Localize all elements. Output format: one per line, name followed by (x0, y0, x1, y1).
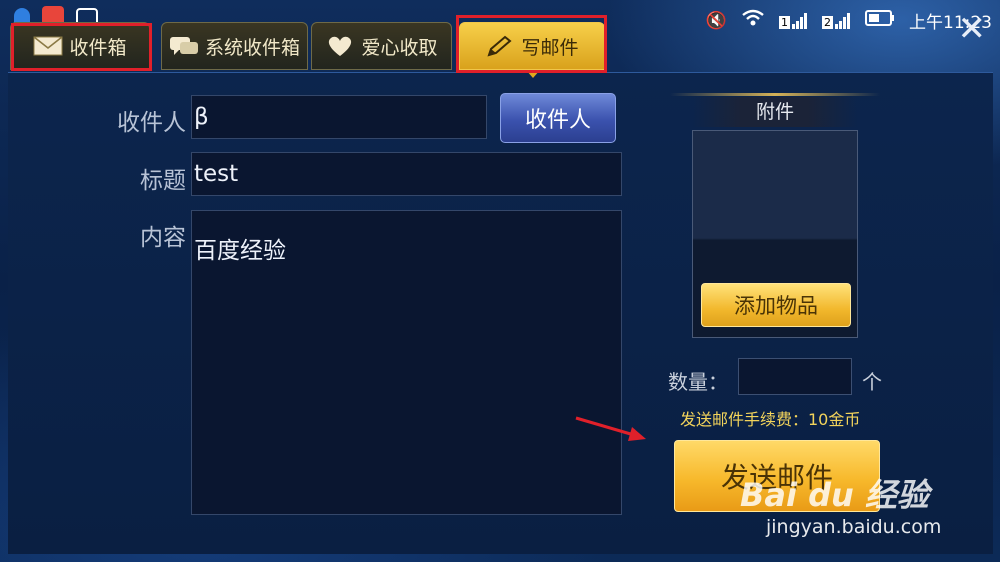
sim-2-label: 2 (822, 15, 833, 29)
attachment-title: 附件 (692, 97, 858, 127)
content-label: 内容 (140, 225, 186, 251)
sim-1-label: 1 (779, 15, 790, 29)
send-fee-text: 发送邮件手续费：10金币 (680, 410, 861, 429)
content-textarea[interactable]: 百度经验 (191, 210, 622, 515)
quantity-unit: 个 (862, 370, 882, 394)
subject-label: 标题 (140, 168, 186, 194)
annotation-box-write-mail (456, 15, 607, 73)
heart-icon (325, 35, 355, 57)
tab-love-collect[interactable]: 爱心收取 (311, 22, 452, 70)
signal-1-icon: 1 (779, 12, 808, 29)
quantity-input[interactable] (738, 358, 852, 395)
annotation-arrow (575, 416, 646, 441)
baidu-watermark-url: jingyan.baidu.com (766, 516, 942, 538)
recipient-input[interactable]: β (191, 95, 487, 139)
tab-system-inbox-label: 系统收件箱 (204, 36, 300, 59)
chat-bubble-icon (169, 35, 199, 57)
wifi-icon (741, 9, 765, 32)
subject-input[interactable]: test (191, 152, 622, 196)
quantity-label: 数量： (668, 370, 728, 394)
tab-love-collect-label: 爱心收取 (361, 36, 438, 59)
close-icon[interactable]: ✕ (958, 12, 987, 46)
recipient-label: 收件人 (117, 110, 186, 136)
signal-2-icon: 2 (822, 12, 851, 29)
baidu-watermark-logo: Bai du 经验 (740, 476, 929, 514)
mute-icon: 🔇 (705, 10, 727, 31)
annotation-box-inbox (11, 23, 152, 71)
select-recipient-button[interactable]: 收件人 (500, 93, 616, 143)
tab-system-inbox[interactable]: 系统收件箱 (161, 22, 308, 70)
attachment-glow (670, 93, 880, 96)
add-item-button[interactable]: 添加物品 (701, 283, 851, 327)
battery-icon (865, 10, 895, 31)
